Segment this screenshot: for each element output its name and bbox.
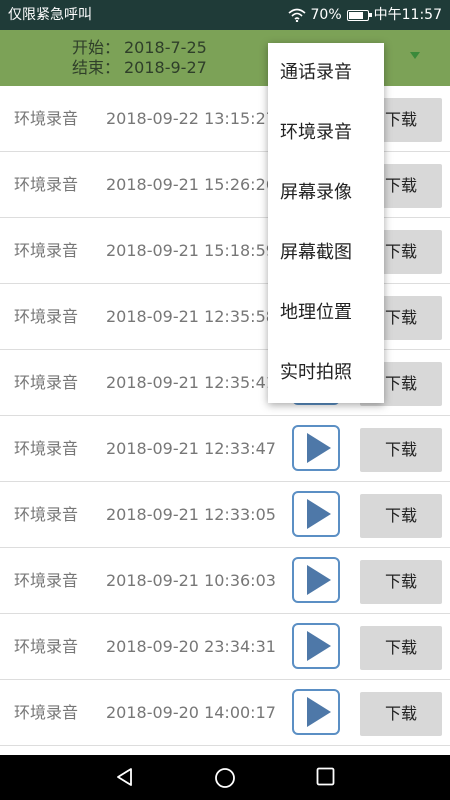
status-bar: 仅限紧急呼叫 70% 中午11:57 xyxy=(0,0,450,30)
play-icon xyxy=(306,697,331,727)
navigation-bar xyxy=(0,755,450,800)
recording-type: 环境录音 xyxy=(14,373,79,392)
recording-time: 2018-09-22 13:15:27 xyxy=(106,109,276,128)
download-button[interactable]: 下载 xyxy=(360,560,442,604)
end-value: 2018-9-27 xyxy=(124,58,207,77)
recording-type: 环境录音 xyxy=(14,505,79,524)
download-button[interactable]: 下载 xyxy=(360,692,442,736)
menu-item[interactable]: 屏幕录像 xyxy=(268,163,384,223)
recording-type: 环境录音 xyxy=(14,439,79,458)
recording-row: 环境录音 2018-09-20 23:34:31 下载 xyxy=(0,614,450,680)
recording-type: 环境录音 xyxy=(14,241,79,260)
recording-type: 环境录音 xyxy=(14,307,79,326)
recording-time: 2018-09-21 12:33:47 xyxy=(106,439,276,458)
menu-item[interactable]: 地理位置 xyxy=(268,283,384,343)
recording-type: 环境录音 xyxy=(14,175,79,194)
end-label: 结束： xyxy=(72,58,121,77)
menu-item[interactable]: 屏幕截图 xyxy=(268,223,384,283)
menu-item[interactable]: 实时拍照 xyxy=(268,343,384,403)
recording-time: 2018-09-21 12:35:58 xyxy=(106,307,276,326)
home-icon[interactable] xyxy=(214,767,236,789)
recording-time: 2018-09-21 12:35:41 xyxy=(106,373,276,392)
recording-time: 2018-09-20 14:00:17 xyxy=(106,703,276,722)
play-button[interactable] xyxy=(292,689,340,735)
recording-type: 环境录音 xyxy=(14,109,79,128)
recording-row: 环境录音 2018-09-21 12:33:47 下载 xyxy=(0,416,450,482)
play-button[interactable] xyxy=(292,623,340,669)
recording-type: 环境录音 xyxy=(14,571,79,590)
recording-row: 环境录音 2018-09-21 12:33:05 下载 xyxy=(0,482,450,548)
play-icon xyxy=(306,631,331,661)
recording-type: 环境录音 xyxy=(14,703,79,722)
recents-icon[interactable] xyxy=(316,767,335,786)
menu-item[interactable]: 通话录音 xyxy=(268,43,384,103)
play-icon xyxy=(306,433,331,463)
menu-item[interactable]: 环境录音 xyxy=(268,103,384,163)
battery-percent: 70% xyxy=(310,7,342,23)
play-button[interactable] xyxy=(292,425,340,471)
play-button[interactable] xyxy=(292,491,340,537)
recording-row: 环境录音 2018-09-21 10:36:03 下载 xyxy=(0,548,450,614)
download-button[interactable]: 下载 xyxy=(360,626,442,670)
category-menu: 通话录音 环境录音 屏幕录像 屏幕截图 地理位置 实时拍照 xyxy=(268,43,384,403)
recording-time: 2018-09-21 15:26:26 xyxy=(106,175,276,194)
status-notice: 仅限紧急呼叫 xyxy=(8,7,92,23)
start-date: 开始： 2018-7-25 xyxy=(72,38,450,58)
end-date: 结束： 2018-9-27 xyxy=(72,58,450,78)
recording-row: 环境录音 2018-09-20 14:00:17 下载 xyxy=(0,680,450,746)
play-button[interactable] xyxy=(292,557,340,603)
start-value: 2018-7-25 xyxy=(124,38,207,57)
back-icon[interactable] xyxy=(115,767,135,787)
recording-time: 2018-09-20 23:34:31 xyxy=(106,637,276,656)
play-icon xyxy=(306,565,331,595)
recording-time: 2018-09-21 10:36:03 xyxy=(106,571,276,590)
battery-icon xyxy=(346,9,372,21)
download-button[interactable]: 下载 xyxy=(360,494,442,538)
dropdown-arrow-icon[interactable] xyxy=(410,52,420,59)
clock: 中午11:57 xyxy=(373,7,442,23)
wifi-icon xyxy=(287,8,306,22)
recording-time: 2018-09-21 15:18:59 xyxy=(106,241,276,260)
recording-type: 环境录音 xyxy=(14,637,79,656)
download-button[interactable]: 下载 xyxy=(360,428,442,472)
play-icon xyxy=(306,499,331,529)
status-indicators: 70% 中午11:57 xyxy=(287,0,442,30)
start-label: 开始： xyxy=(72,38,121,57)
recording-time: 2018-09-21 12:33:05 xyxy=(106,505,276,524)
